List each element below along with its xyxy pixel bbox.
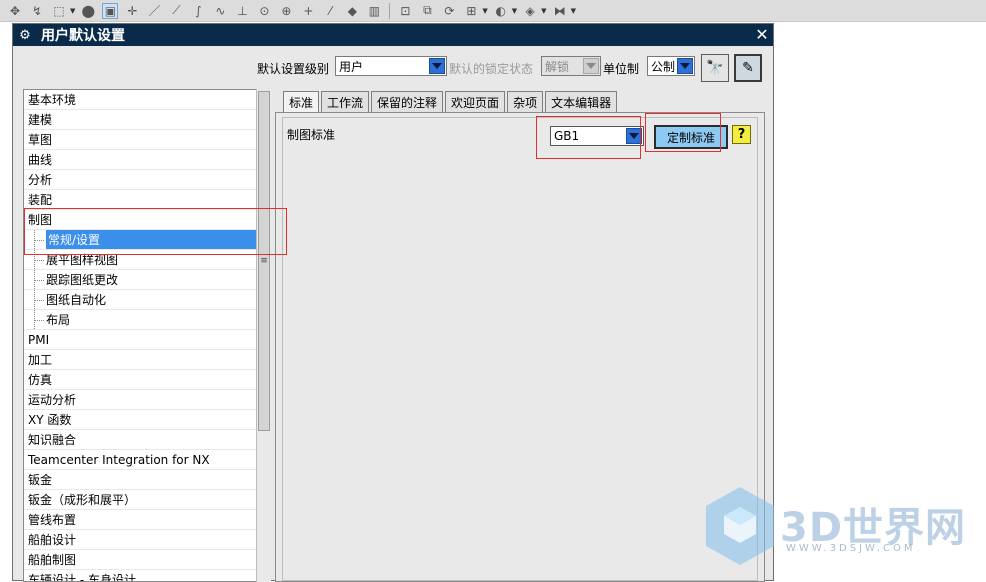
target-icon[interactable]: ⊕ (278, 3, 294, 19)
tree-item[interactable]: 船舶制图 (24, 550, 270, 570)
point-line-icon[interactable]: ⟋ (168, 3, 184, 19)
tree-item[interactable]: 仿真 (24, 370, 270, 390)
tree-item[interactable]: 分析 (24, 170, 270, 190)
level-label: 默认设置级别 (257, 62, 330, 76)
standard-tab-panel: 制图标准 GB1 定制标准 ? (275, 112, 765, 582)
scrollbar-thumb[interactable]: ≡ (258, 91, 270, 431)
tab-miscellaneous[interactable]: 杂项 (507, 91, 544, 112)
tab-standard[interactable]: 标准 (283, 91, 320, 113)
tree-item[interactable]: 钣金（成形和展平） (24, 490, 270, 510)
tree-item[interactable]: 车辆设计 - 车身设计 (24, 570, 270, 581)
unit-label: 单位制 (603, 62, 640, 76)
lock-value: 解锁 (545, 59, 570, 74)
level-select[interactable]: 用户 (335, 56, 447, 76)
tree-item[interactable]: 展平图样视图 (24, 250, 270, 270)
settings-level-bar: 默认设置级别 用户 默认的锁定状态 解锁 单位制 公制 🔭 ✎ (13, 46, 773, 86)
tree-item[interactable]: Teamcenter Integration for NX (24, 450, 270, 470)
tree-item[interactable]: PMI (24, 330, 270, 350)
lock-select: 解锁 (541, 56, 601, 76)
dropdown-arrow-icon[interactable]: ▼ (70, 7, 75, 15)
settings-tool-icon: ✎ (742, 60, 754, 76)
drafting-standard-label: 制图标准 (287, 128, 336, 142)
binoculars-icon: 🔭 (706, 60, 724, 76)
tree-item[interactable]: 知识融合 (24, 430, 270, 450)
manage-current-settings-button[interactable]: ✎ (734, 54, 762, 82)
tree-item[interactable]: 布局 (24, 310, 270, 330)
zoom-region-icon[interactable]: ⧉ (419, 3, 435, 19)
tree-item[interactable]: XY 函数 (24, 410, 270, 430)
drafting-standard-select[interactable]: GB1 (550, 126, 644, 146)
settings-tabs: 标准 工作流 保留的注释 欢迎页面 杂项 文本编辑器 (283, 91, 619, 113)
curve-icon[interactable]: ∫ (190, 3, 206, 19)
shaded-body-icon[interactable]: ⬤ (80, 3, 96, 19)
category-tree: 基本环境 建模 草图 曲线 分析 装配 制图 常规/设置 展平图样视图 跟踪图纸… (23, 89, 271, 582)
tree-item[interactable]: 管线布置 (24, 510, 270, 530)
tree-item[interactable]: 运动分析 (24, 390, 270, 410)
transform-icon[interactable]: ↯ (29, 3, 45, 19)
zoom-fit-icon[interactable]: ⊡ (397, 3, 413, 19)
tree-item[interactable]: 草图 (24, 130, 270, 150)
sheet-icon[interactable]: ▥ (366, 3, 382, 19)
close-icon[interactable]: ✕ (754, 27, 770, 43)
point-icon[interactable]: + (300, 3, 316, 19)
level-value: 用户 (339, 59, 364, 74)
panel-content: 制图标准 GB1 定制标准 ? (282, 117, 758, 581)
lock-label: 默认的锁定状态 (449, 62, 534, 76)
tree-item[interactable]: 钣金 (24, 470, 270, 490)
dropdown-arrow-icon[interactable]: ▼ (571, 7, 576, 15)
chevron-down-icon (583, 58, 599, 74)
unit-select[interactable]: 公制 (647, 56, 695, 76)
tab-text-editor[interactable]: 文本编辑器 (545, 91, 618, 112)
tree-item[interactable]: 图纸自动化 (24, 290, 270, 310)
tree-item[interactable]: 跟踪图纸更改 (24, 270, 270, 290)
layout-icon[interactable]: ⊞ (463, 3, 479, 19)
line-icon[interactable]: ／ (146, 3, 162, 19)
dialog-title-bar[interactable]: ⚙ 用户默认设置 ✕ (13, 24, 773, 46)
tab-retained-annotations[interactable]: 保留的注释 (371, 91, 444, 112)
tree-item[interactable]: 装配 (24, 190, 270, 210)
customize-standard-button[interactable]: 定制标准 (654, 125, 728, 149)
chevron-down-icon[interactable] (677, 58, 693, 74)
help-icon[interactable]: ? (732, 125, 751, 144)
rotate-icon[interactable]: ⟳ (441, 3, 457, 19)
find-default-button[interactable]: 🔭 (701, 54, 729, 82)
unit-value: 公制 (651, 59, 676, 74)
dropdown-arrow-icon[interactable]: ▼ (482, 7, 487, 15)
cube-icon[interactable]: ▣ (102, 2, 119, 19)
move-icon[interactable]: ✥ (7, 3, 23, 19)
rectangle-select-icon[interactable]: ⬚ (51, 3, 67, 19)
tree-item[interactable]: 基本环境 (24, 90, 270, 110)
watermark-url: WWW.3DSJW.COM (786, 543, 916, 554)
chevron-down-icon[interactable] (626, 128, 642, 144)
circle-icon[interactable]: ⊙ (256, 3, 272, 19)
watermark-cube-logo (706, 487, 774, 565)
polyline-icon[interactable]: ∿ (212, 3, 228, 19)
drafting-standard-value: GB1 (554, 129, 580, 143)
dialog-title: 用户默认设置 (41, 28, 125, 44)
view-orientation-icon[interactable]: ◈ (522, 3, 538, 19)
toolbar-separator (389, 2, 391, 19)
tab-welcome-page[interactable]: 欢迎页面 (445, 91, 506, 112)
render-style-icon[interactable]: ◐ (493, 3, 509, 19)
chevron-down-icon[interactable] (429, 58, 445, 74)
arc-icon[interactable]: ⊥ (234, 3, 250, 19)
tree-scrollbar[interactable]: ≡ (256, 89, 271, 582)
tree-item-general-setup[interactable]: 常规/设置 (24, 230, 270, 250)
user-defaults-dialog: ⚙ 用户默认设置 ✕ 默认设置级别 用户 默认的锁定状态 解锁 单位制 公制 🔭… (12, 23, 774, 582)
surface-icon[interactable]: ◆ (344, 3, 360, 19)
gear-icon[interactable]: ⚙ (17, 27, 33, 43)
tree-item[interactable]: 建模 (24, 110, 270, 130)
application-toolbar: ✥ ↯ ⬚ ▼ ⬤ ▣ ✛ ／ ⟋ ∫ ∿ ⊥ ⊙ ⊕ + ⁄ ◆ ▥ ⊡ ⧉ … (0, 0, 986, 22)
tab-workflow[interactable]: 工作流 (321, 91, 370, 112)
tree-item-drafting[interactable]: 制图 (24, 210, 270, 230)
dropdown-arrow-icon[interactable]: ▼ (512, 7, 517, 15)
tree-item[interactable]: 船舶设计 (24, 530, 270, 550)
tree-item[interactable]: 曲线 (24, 150, 270, 170)
watermark: 3D世界网 WWW.3DSJW.COM (700, 485, 980, 575)
dropdown-arrow-icon[interactable]: ▼ (541, 7, 546, 15)
tree-item[interactable]: 加工 (24, 350, 270, 370)
slash-icon[interactable]: ⁄ (322, 3, 338, 19)
axis-icon[interactable]: ✛ (124, 3, 140, 19)
filter-icon[interactable]: ⧓ (552, 3, 568, 19)
